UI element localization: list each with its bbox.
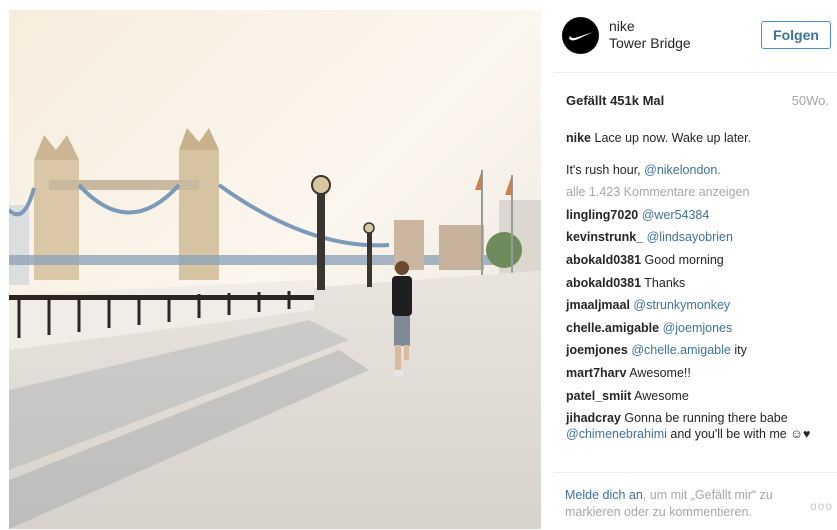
post-header: nike Tower Bridge Folgen bbox=[553, 0, 837, 73]
comment-mention[interactable]: @chimenebrahimi bbox=[566, 427, 667, 441]
comment-text: Gonna be running there babe bbox=[624, 411, 788, 426]
caption-continued: It's rush hour, @nikelondon. bbox=[566, 159, 834, 182]
view-all-comments-link[interactable]: alle 1.423 Kommentare anzeigen bbox=[566, 181, 834, 204]
comment-mention[interactable]: @strunkymonkey bbox=[633, 298, 730, 312]
post-footer: Melde dich an, um mit „Gefällt mir“ zu m… bbox=[553, 472, 837, 530]
login-link[interactable]: Melde dich an bbox=[565, 488, 643, 502]
comments-list: nike Lace up now. Wake up later. It's ru… bbox=[566, 127, 834, 442]
comment-mention[interactable]: @joemjones bbox=[663, 321, 733, 335]
more-options-icon[interactable]: ooo bbox=[810, 499, 833, 513]
comment-user[interactable]: abokald0381 bbox=[566, 276, 641, 290]
comment-user[interactable]: patel_smiit bbox=[566, 389, 631, 403]
caption: nike Lace up now. Wake up later. bbox=[566, 127, 834, 150]
post-age[interactable]: 50Wo. bbox=[792, 93, 829, 108]
comment-item: jmaaljmaal @strunkymonkey bbox=[566, 294, 834, 317]
comment-text: Awesome bbox=[634, 388, 689, 403]
comment-text: Thanks bbox=[644, 275, 686, 290]
comment-user[interactable]: chelle.amigable bbox=[566, 321, 659, 335]
comment-item: lingling7020 @wer54384 bbox=[566, 204, 834, 227]
comment-item: mart7harv Awesome!! bbox=[566, 362, 834, 385]
comment-user[interactable]: lingling7020 bbox=[566, 208, 638, 222]
comment-item: abokald0381 Good morning bbox=[566, 249, 834, 272]
comment-item: abokald0381 Thanks bbox=[566, 272, 834, 295]
comment-user[interactable]: kevinstrunk_ bbox=[566, 230, 643, 244]
follow-button[interactable]: Folgen bbox=[761, 21, 831, 49]
comment-user[interactable]: joemjones bbox=[566, 343, 628, 357]
post-photo[interactable] bbox=[9, 10, 541, 529]
comment-text: ity bbox=[734, 343, 747, 358]
comment-mention[interactable]: @chelle.amigable bbox=[631, 343, 731, 357]
emoji-text: ☺♥ bbox=[790, 427, 811, 442]
comment-text: Awesome!! bbox=[629, 365, 691, 380]
caption-user[interactable]: nike bbox=[566, 131, 591, 145]
post-sidebar: nike Tower Bridge Folgen Gefällt 451k Ma… bbox=[553, 0, 837, 529]
comment-text: and you'll be with me bbox=[670, 427, 787, 442]
caption-text-2: It's rush hour, bbox=[566, 162, 641, 177]
comment-user[interactable]: jmaaljmaal bbox=[566, 298, 630, 312]
comment-text: Good morning bbox=[644, 252, 724, 267]
caption-text: Lace up now. Wake up later. bbox=[594, 131, 752, 145]
post-location[interactable]: Tower Bridge bbox=[609, 35, 691, 51]
caption-mention[interactable]: @nikelondon. bbox=[644, 163, 721, 177]
login-prompt: Melde dich an, um mit „Gefällt mir“ zu m… bbox=[565, 487, 805, 521]
nike-swoosh-icon bbox=[568, 31, 593, 40]
comment-user[interactable]: jihadcray bbox=[566, 411, 621, 425]
comment-mention[interactable]: @wer54384 bbox=[642, 208, 710, 222]
comment-item: chelle.amigable @joemjones bbox=[566, 317, 834, 340]
comment-user[interactable]: abokald0381 bbox=[566, 253, 641, 267]
comment-item: joemjones @chelle.amigable ity bbox=[566, 339, 834, 362]
avatar[interactable] bbox=[562, 17, 599, 54]
likes-count[interactable]: Gefällt 451k Mal bbox=[566, 93, 664, 108]
comment-item: patel_smiit Awesome bbox=[566, 385, 834, 408]
post-username[interactable]: nike bbox=[609, 18, 635, 34]
comment-user[interactable]: mart7harv bbox=[566, 366, 626, 380]
comment-item: kevinstrunk_ @lindsayobrien bbox=[566, 226, 834, 249]
comment-mention[interactable]: @lindsayobrien bbox=[647, 230, 733, 244]
comment-item: jihadcray Gonna be running there babe @c… bbox=[566, 410, 834, 442]
